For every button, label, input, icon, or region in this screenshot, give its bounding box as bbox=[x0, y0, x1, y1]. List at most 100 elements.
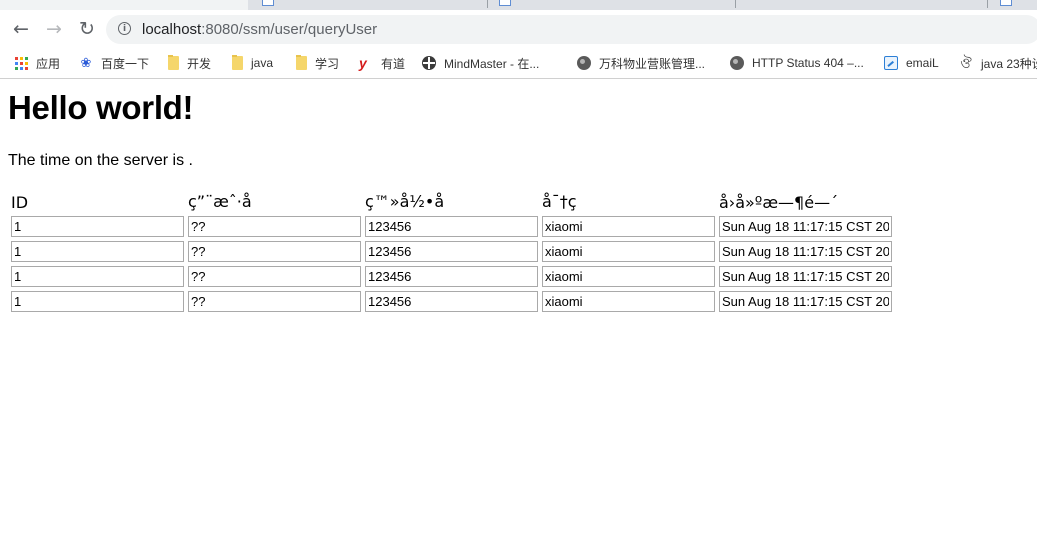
active-tab[interactable] bbox=[0, 0, 248, 10]
login-name-input[interactable] bbox=[365, 266, 538, 287]
tab-favicon bbox=[499, 0, 511, 6]
url-path: :8080/ssm/user/queryUser bbox=[201, 21, 378, 38]
bookmark-label: MindMaster - 在... bbox=[444, 56, 540, 71]
bookmark-folder-dev[interactable]: 开发 bbox=[168, 53, 211, 73]
bookmark-folder-study[interactable]: 学习 bbox=[296, 53, 339, 73]
cell-username bbox=[187, 290, 362, 313]
cell-login bbox=[364, 290, 539, 313]
cell-password bbox=[541, 240, 716, 263]
bookmark-apps[interactable]: 应用 bbox=[15, 53, 60, 73]
bookmark-baidu[interactable]: ❀ 百度一下 bbox=[79, 53, 149, 73]
globe-icon bbox=[577, 56, 591, 70]
password-input[interactable] bbox=[542, 216, 715, 237]
user-table: ID ç”¨æˆ·å ç™»å½•å å¯†ç  å›å»ºæ—¶é—… bbox=[8, 189, 895, 315]
tab-separator bbox=[987, 0, 988, 8]
column-header: ID bbox=[11, 193, 29, 212]
bookmark-label: 应用 bbox=[36, 56, 61, 71]
mindmaster-icon bbox=[422, 56, 436, 70]
cell-id bbox=[10, 240, 185, 263]
created-time-input[interactable] bbox=[719, 291, 892, 312]
bookmarks-bar: 应用 ❀ 百度一下 开发 java 学习 y 有道 MindMaster - 在… bbox=[0, 48, 1037, 79]
created-time-input[interactable] bbox=[719, 266, 892, 287]
cell-password bbox=[541, 265, 716, 288]
id-input[interactable] bbox=[11, 266, 184, 287]
url-text[interactable]: localhost:8080/ssm/user/queryUser bbox=[142, 21, 377, 38]
bookmark-label: 学习 bbox=[315, 56, 340, 71]
column-header: å›å»ºæ—¶é—´ bbox=[719, 193, 839, 212]
address-bar[interactable]: i localhost:8080/ssm/user/queryUser bbox=[106, 15, 1037, 44]
bookmark-youdao[interactable]: y 有道 bbox=[359, 53, 405, 73]
created-time-input[interactable] bbox=[719, 216, 892, 237]
cell-login bbox=[364, 240, 539, 263]
login-name-input[interactable] bbox=[365, 291, 538, 312]
back-button[interactable]: ← bbox=[8, 16, 34, 42]
id-input[interactable] bbox=[11, 216, 184, 237]
baidu-paw-icon: ❀ bbox=[80, 55, 92, 70]
java-icon: ঔ bbox=[960, 55, 972, 71]
id-input[interactable] bbox=[11, 241, 184, 262]
cell-id bbox=[10, 265, 185, 288]
cell-username bbox=[187, 215, 362, 238]
page-content: Hello world! The time on the server is .… bbox=[0, 79, 1037, 542]
username-input[interactable] bbox=[188, 216, 361, 237]
cell-id bbox=[10, 290, 185, 313]
table-header-row: ID ç”¨æˆ·å ç™»å½•å å¯†ç  å›å»ºæ—¶é—… bbox=[10, 191, 893, 213]
bookmark-folder-java[interactable]: java bbox=[232, 53, 273, 73]
folder-icon bbox=[296, 55, 307, 70]
cell-username bbox=[187, 240, 362, 263]
tab-favicon bbox=[262, 0, 274, 6]
apps-grid-icon bbox=[15, 56, 28, 70]
page-heading: Hello world! bbox=[8, 89, 194, 126]
password-input[interactable] bbox=[542, 266, 715, 287]
bookmark-label: 万科物业营账管理... bbox=[599, 56, 706, 71]
created-time-input[interactable] bbox=[719, 241, 892, 262]
url-host: localhost bbox=[142, 21, 202, 38]
mail-icon bbox=[884, 56, 898, 70]
password-input[interactable] bbox=[542, 291, 715, 312]
bookmark-java23[interactable]: ঔ java 23种设 bbox=[959, 53, 1037, 73]
forward-button[interactable]: → bbox=[41, 16, 67, 42]
bookmark-label: 开发 bbox=[187, 56, 212, 71]
reload-icon: ↻ bbox=[79, 17, 95, 40]
password-input[interactable] bbox=[542, 241, 715, 262]
cell-created bbox=[718, 215, 893, 238]
username-input[interactable] bbox=[188, 266, 361, 287]
bookmark-vanke[interactable]: 万科物业营账管理... bbox=[577, 53, 705, 73]
cell-created bbox=[718, 240, 893, 263]
browser-toolbar: ← → ↻ i localhost:8080/ssm/user/queryUse… bbox=[0, 10, 1037, 48]
tab-strip bbox=[0, 0, 1037, 10]
column-header: ç™»å½•å bbox=[365, 192, 470, 211]
cell-login bbox=[364, 265, 539, 288]
bookmark-mindmaster[interactable]: MindMaster - 在... bbox=[422, 53, 539, 73]
tab-favicon bbox=[1000, 0, 1012, 6]
cell-password bbox=[541, 215, 716, 238]
table-row bbox=[10, 265, 893, 288]
cell-created bbox=[718, 265, 893, 288]
reload-button[interactable]: ↻ bbox=[74, 16, 100, 42]
cell-login bbox=[364, 215, 539, 238]
tab-separator bbox=[735, 0, 736, 8]
cell-password bbox=[541, 290, 716, 313]
folder-icon bbox=[168, 55, 179, 70]
arrow-right-icon: → bbox=[46, 17, 62, 40]
tab-separator bbox=[487, 0, 488, 8]
table-row bbox=[10, 215, 893, 238]
username-input[interactable] bbox=[188, 291, 361, 312]
bookmark-label: java 23种设 bbox=[981, 56, 1037, 71]
id-input[interactable] bbox=[11, 291, 184, 312]
arrow-left-icon: ← bbox=[13, 17, 29, 40]
info-icon[interactable]: i bbox=[118, 22, 131, 35]
bookmark-label: 有道 bbox=[381, 56, 406, 71]
bookmark-label: 百度一下 bbox=[101, 56, 150, 71]
youdao-icon: y bbox=[359, 55, 367, 71]
bookmark-email[interactable]: emaiL bbox=[884, 53, 939, 73]
login-name-input[interactable] bbox=[365, 216, 538, 237]
username-input[interactable] bbox=[188, 241, 361, 262]
server-time-text: The time on the server is . bbox=[8, 152, 193, 169]
bookmark-http404[interactable]: HTTP Status 404 –... bbox=[730, 53, 864, 73]
cell-created bbox=[718, 290, 893, 313]
login-name-input[interactable] bbox=[365, 241, 538, 262]
column-header: å¯†ç  bbox=[542, 192, 595, 211]
folder-icon bbox=[232, 55, 243, 70]
table-row bbox=[10, 290, 893, 313]
